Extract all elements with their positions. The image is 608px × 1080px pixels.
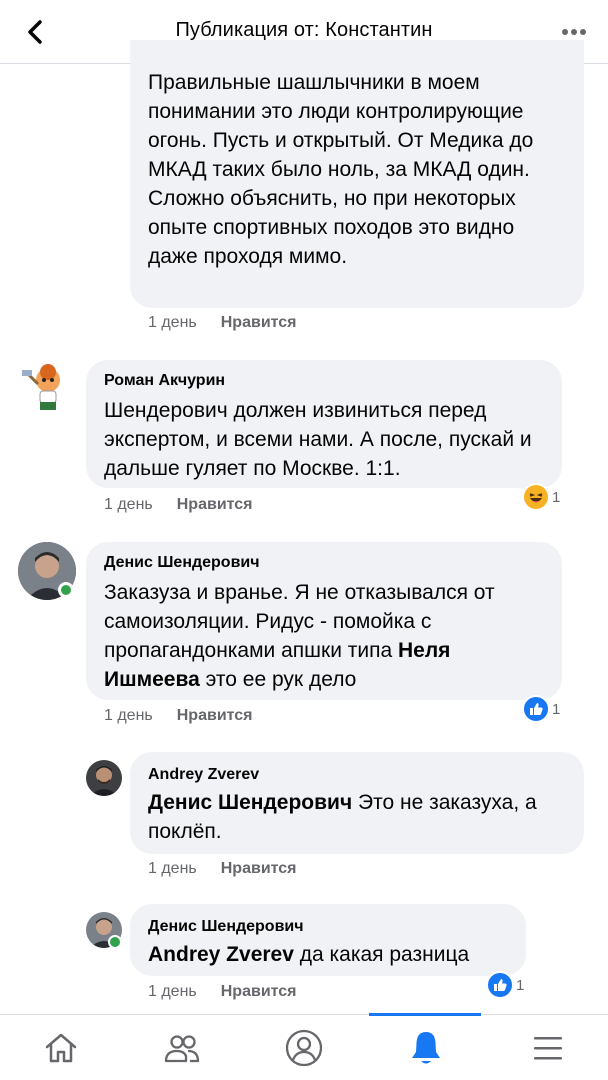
like-button[interactable]: Нравится [177, 496, 253, 513]
comment-meta: 1 день Нравится [148, 860, 297, 878]
comment-time[interactable]: 1 день [148, 314, 197, 331]
comment-meta: 1 день Нравится [104, 707, 253, 725]
home-icon [45, 1033, 76, 1063]
reaction-count: 1 [552, 488, 561, 506]
like-button[interactable]: Нравится [177, 707, 253, 724]
comment-author[interactable]: Andrey Zverev [148, 766, 259, 784]
avatar[interactable] [86, 760, 122, 796]
comment-text: Денис Шендерович Это не заказуха, а покл… [148, 788, 574, 846]
tab-profile[interactable] [243, 1015, 364, 1080]
notifications-bell-icon [411, 1032, 440, 1064]
tab-notifications[interactable] [365, 1015, 486, 1080]
online-status-indicator [108, 935, 122, 949]
bottom-tab-bar [0, 1013, 608, 1080]
comment-text: Заказуза и вранье. Я не отказывался от с… [104, 578, 552, 694]
reaction-count: 1 [552, 700, 561, 718]
tab-home[interactable] [0, 1015, 121, 1080]
comment-text: Andrey Zverev да какая разница [148, 940, 518, 969]
comment-time[interactable]: 1 день [104, 496, 153, 513]
cartoon-avatar-icon [22, 364, 60, 410]
like-button[interactable]: Нравится [221, 983, 297, 1000]
menu-icon [533, 1037, 562, 1060]
reaction-summary[interactable]: 1 [522, 694, 560, 724]
avatar[interactable] [18, 360, 74, 416]
page-title: Публикация от: Константин [175, 19, 433, 41]
reaction-summary[interactable]: 1 [522, 482, 560, 512]
comment-author[interactable]: Денис Шендерович [104, 554, 260, 572]
comment-bubble[interactable]: Andrey Zverev Денис Шендерович Это не за… [130, 752, 584, 854]
comment-author[interactable]: Роман Акчурин [104, 372, 225, 390]
online-status-indicator [58, 582, 74, 598]
friends-icon [164, 1035, 199, 1063]
mention-link[interactable]: Andrey Zverev [148, 943, 294, 966]
like-button[interactable]: Нравится [221, 314, 297, 331]
comment-meta: 1 день Нравится [104, 496, 253, 514]
person-photo-icon [86, 760, 122, 796]
like-icon [486, 971, 514, 999]
comment-bubble[interactable]: Денис Шендерович Заказуза и вранье. Я не… [86, 542, 562, 700]
comment-time[interactable]: 1 день [104, 707, 153, 724]
comment-text: Правильные шашлычники в моем понимании э… [148, 71, 534, 268]
like-button[interactable]: Нравится [221, 860, 297, 877]
like-icon [522, 695, 550, 723]
comment-text-after: это ее рук дело [199, 668, 357, 691]
comment-bubble[interactable]: Денис Шендерович Andrey Zverev да какая … [130, 904, 526, 976]
profile-icon [285, 1029, 322, 1067]
comment-time[interactable]: 1 день [148, 860, 197, 877]
comment-meta: 1 день Нравится [148, 983, 297, 1001]
reaction-summary[interactable]: 1 [486, 970, 524, 1000]
tab-menu[interactable] [487, 1015, 608, 1080]
comment-author[interactable]: Денис Шендерович [148, 918, 304, 936]
comment-text: Шендерович должен извиниться перед экспе… [104, 399, 532, 480]
comment-text-after: да какая разница [293, 943, 470, 966]
comment-bubble[interactable]: Правильные шашлычники в моем понимании э… [130, 40, 584, 308]
mention-link[interactable]: Денис Шендерович [148, 791, 352, 814]
tab-friends[interactable] [121, 1015, 242, 1080]
comment-meta: 1 день Нравится [148, 314, 297, 332]
comment-time[interactable]: 1 день [148, 983, 197, 1000]
reaction-count: 1 [516, 976, 525, 994]
comment-bubble[interactable]: Роман Акчурин Шендерович должен извинить… [86, 360, 562, 488]
haha-icon [522, 483, 550, 511]
